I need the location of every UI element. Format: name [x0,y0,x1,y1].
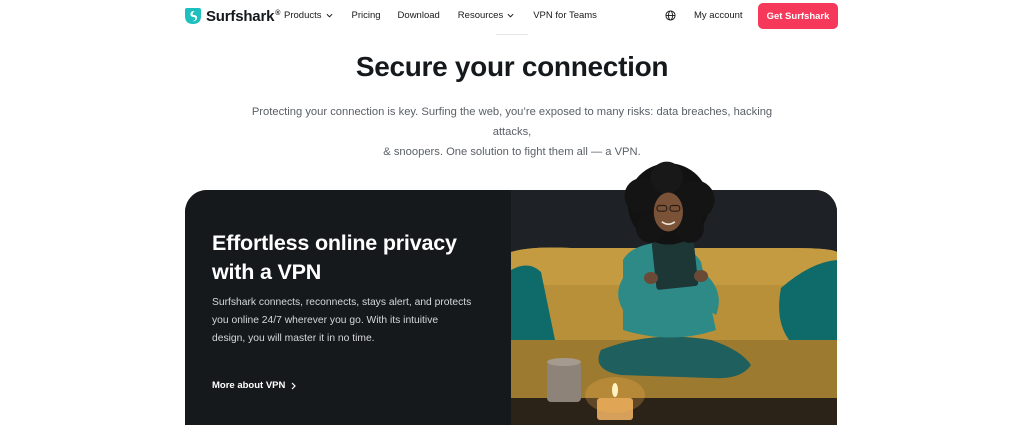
nav-vpn-for-teams-label: VPN for Teams [533,10,597,21]
nav-resources-label: Resources [457,10,504,21]
nav-links: Products Pricing Download Resources VPN … [284,10,597,21]
get-surfshark-button[interactable]: Get Surfshark [758,3,838,29]
top-navigation: Surfshark® Products Pricing Download Res… [0,0,1024,35]
nav-vpn-for-teams[interactable]: VPN for Teams [533,10,597,21]
card-description: Surfshark connects, reconnects, stays al… [212,294,492,348]
chevron-down-icon [507,13,514,18]
more-about-vpn-link[interactable]: More about VPN [212,380,297,391]
my-account-link[interactable]: My account [694,10,743,21]
nav-pricing[interactable]: Pricing [352,10,381,21]
nav-products-label: Products [284,10,322,21]
card-description-line-3: design, you will master it in no time. [212,333,375,344]
page-title: Secure your connection [355,51,669,82]
surfshark-logo-icon [185,8,201,24]
surfshark-logo[interactable]: Surfshark® [185,7,280,25]
card-description-line-1: Surfshark connects, reconnects, stays al… [212,297,472,308]
nav-products[interactable]: Products [284,10,333,21]
card-title-line-2: with a VPN [212,260,322,284]
nav-download[interactable]: Download [398,10,440,21]
logo-wordmark: Surfshark® [206,7,281,25]
page-subtitle-line-1: Protecting your connection is key. Surfi… [251,106,773,138]
chevron-right-icon [291,382,297,389]
nav-resources[interactable]: Resources [458,10,514,21]
card-title: Effortless online privacy with a VPN [212,229,502,287]
nav-pricing-label: Pricing [351,10,381,21]
chevron-down-icon [326,13,332,18]
globe-icon[interactable] [665,10,676,21]
card-title-line-1: Effortless online privacy [212,231,457,255]
nav-divider [496,34,528,35]
card-description-line-2: you online 24/7 wherever you go. With it… [212,315,439,326]
more-about-vpn-label: More about VPN [212,380,286,391]
woman-head-image [624,161,715,245]
card-text-panel: Effortless online privacy with a VPN Sur… [185,190,511,425]
nav-download-label: Download [397,10,440,21]
